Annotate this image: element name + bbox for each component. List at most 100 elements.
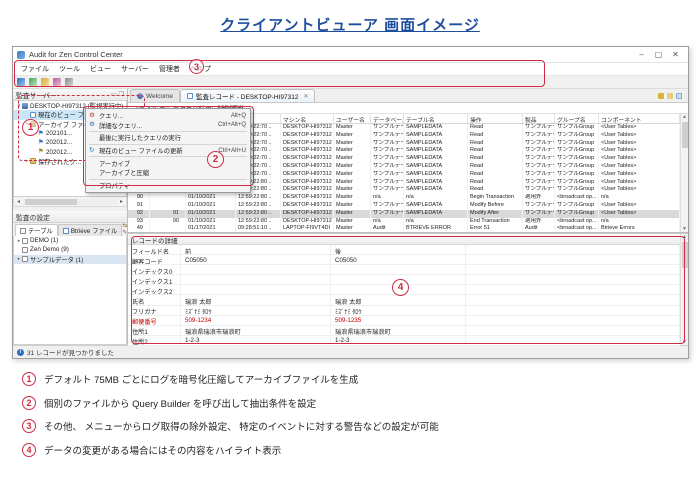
connect-server-icon[interactable] [17, 78, 25, 86]
legend-number: 4 [22, 443, 36, 457]
scroll-up-icon[interactable]: ▲ [682, 114, 687, 120]
menu-item-archive[interactable]: アーカイブ [86, 158, 250, 168]
table-row[interactable]: 91 01/10/2021 12:59:22:80 .. DESKTOP-HI9… [128, 202, 680, 210]
audit-servers-title: 監査サーバー [16, 90, 57, 100]
scroll-down-icon[interactable]: ▼ [682, 226, 687, 232]
after-value: 1-2-3 [331, 336, 466, 345]
menu-item[interactable]: ツール [54, 64, 85, 74]
menu-item[interactable]: 管理者 [154, 64, 185, 74]
open-view-icon[interactable] [29, 78, 37, 86]
cell: <User Tables> [599, 140, 680, 148]
close-tab-icon[interactable]: ✕ [303, 93, 308, 100]
editor-tabbar: Welcome 監査レコード - DESKTOP-HI97312 ✕ [128, 89, 688, 103]
details-row[interactable]: インデックス0 [128, 265, 680, 275]
scroll-left-icon[interactable]: ◂ [14, 198, 23, 205]
table-row[interactable]: 92 91 01/10/2021 12:59:22:80 .. DESKTOP-… [128, 210, 680, 218]
close-button[interactable]: ✕ [667, 47, 684, 62]
menu-item[interactable]: ビュー [85, 64, 116, 74]
sidebar-horizontal-scrollbar[interactable]: ◂ ▸ [13, 197, 127, 207]
cell: SAMPLEDATA [404, 210, 468, 218]
column-header[interactable]: コンポーネント [599, 114, 680, 123]
scrollbar-thumb[interactable] [682, 242, 688, 268]
scrollbar-thumb[interactable] [25, 199, 77, 205]
legend-number: 1 [22, 372, 36, 386]
tab-tables[interactable]: テーブル [15, 224, 58, 236]
column-header[interactable]: 操作 [468, 114, 523, 123]
legend-text: 個別のファイルから Query Builder を呼び出して抽出条件を設定 [44, 396, 316, 410]
menu-item-archive-compress[interactable]: アーカイブと圧縮 [86, 168, 250, 178]
cell: 91 [128, 202, 150, 210]
cell: DESKTOP-HI97312 [281, 179, 334, 187]
column-header[interactable]: マシン名 [281, 114, 334, 123]
before-value: 1-2-3 [181, 336, 331, 345]
menu-item-query[interactable]: ⚙ クエリ... Alt+Q [86, 111, 250, 121]
pin-icon[interactable] [658, 93, 664, 99]
details-row[interactable]: 顧客コード C05050 C05050 [128, 255, 680, 265]
table-row[interactable]: 49 01/17/2021 09:28:51:10 .. LAPTOP-FI9V… [128, 225, 680, 233]
column-header[interactable]: グループ名 [555, 114, 599, 123]
flag-icon: ⚑ [38, 149, 44, 155]
tree-item-demo[interactable]: ▸ DEMO (1) [14, 236, 126, 245]
settings-tabs: テーブル Btrieve ファイル ⇆ ✎ [13, 223, 127, 236]
settings-tab-icons[interactable]: ⇆ ✎ [122, 222, 127, 236]
menu-item-properties[interactable]: プロパティ [86, 181, 250, 191]
details-row[interactable]: 住所2 1-2-3 1-2-3 [128, 336, 680, 346]
new-query-icon[interactable] [41, 78, 49, 86]
scroll-up-icon[interactable]: ▲ [682, 234, 687, 240]
tab-btrieve-files[interactable]: Btrieve ファイル [58, 224, 123, 236]
cell: サンプルデータ [523, 124, 555, 132]
details-row[interactable]: 氏名 瑞浪 太郎 瑞浪 太郎 [128, 295, 680, 305]
cell: 91 [150, 210, 186, 218]
minimize-panel-icon[interactable]: ▭ [111, 91, 117, 98]
field-name: 住所2 [128, 336, 181, 345]
column-header[interactable]: 製品 [523, 114, 555, 123]
menu-item[interactable]: ファイル [16, 64, 54, 74]
details-vertical-scrollbar[interactable]: ▲ ▼ [680, 234, 688, 345]
cell: DESKTOP-HI97312 [281, 132, 334, 140]
bookmark-icon[interactable] [676, 93, 682, 99]
cell: Read [468, 132, 523, 140]
minimize-button[interactable]: – [633, 47, 650, 62]
column-header[interactable]: データベース名 [371, 114, 404, 123]
cell: SAMPLEDATA [404, 202, 468, 210]
cell: サンプルデータ [371, 163, 404, 171]
scroll-down-icon[interactable]: ▼ [682, 339, 687, 345]
refresh-icon[interactable] [65, 78, 73, 86]
cell: サンプルデータ [523, 186, 555, 194]
cell: DESKTOP-HI97312 [281, 124, 334, 132]
audit-settings-title: 監査の設定 [16, 212, 50, 222]
table-vertical-scrollbar[interactable]: ▲ ▼ [680, 114, 688, 232]
maximize-button[interactable]: ▢ [650, 47, 667, 62]
menu-item-advanced-query[interactable]: ⚙ 詳細なクエリ... Ctrl+Alt+Q [86, 121, 250, 131]
field-name-header: フィールド名 [128, 245, 181, 254]
before-value: C05050 [181, 255, 331, 264]
field-name: 住所1 [128, 326, 181, 335]
restore-panel-icon[interactable]: ❐ [119, 91, 124, 98]
edit-icon[interactable] [53, 78, 61, 86]
table-row[interactable]: 93 90 01/10/2021 12:59:22:80 .. DESKTOP-… [128, 218, 680, 226]
column-header[interactable]: テーブル名 [404, 114, 468, 123]
menu-item-run-last-query[interactable]: 最後に実行したクエリの実行 [86, 133, 250, 143]
tree-item-zen-demo[interactable]: Zen Demo (9) [14, 245, 126, 254]
menu-item-refresh-view-file[interactable]: ↻ 現在のビュー ファイルの更新 Ctrl+Alt+U [86, 146, 250, 156]
cell: <broadcast op... [555, 194, 599, 202]
details-row[interactable]: フリガナ ﾐｽﾞﾅﾐ ﾀﾛｳ ﾐｽﾞﾅﾐ ﾀﾛｳ [128, 306, 680, 316]
audit-settings-panel: 監査の設定 テーブル Btrieve ファイル ⇆ ✎ [13, 211, 127, 345]
details-row[interactable]: 郵便番号 509-1234 509-1235 [128, 316, 680, 326]
cell: DESKTOP-HI97312 [281, 202, 334, 210]
cell: SAMPLEDATA [404, 147, 468, 155]
cell: <User Tables> [599, 171, 680, 179]
cell: サンプルGroup [555, 124, 599, 132]
tab-welcome[interactable]: Welcome [130, 89, 180, 102]
column-header[interactable]: ユーザー名 [334, 114, 371, 123]
menu-item[interactable]: サーバー [116, 64, 154, 74]
refresh-icon: ↻ [89, 147, 99, 155]
legend: 1 デフォルト 75MB ごとにログを暗号化圧縮してアーカイブファイルを生成 2… [22, 372, 439, 457]
scrollbar-thumb[interactable] [682, 122, 688, 148]
tree-item-sample-data[interactable]: ▸ サンプルデータ (1) [14, 255, 126, 264]
scroll-right-icon[interactable]: ▸ [117, 198, 126, 205]
details-row[interactable]: 住所1 瑞浪県瑞浪市瑞浪町 瑞浪県瑞浪市瑞浪町 [128, 326, 680, 336]
table-row[interactable]: 90 01/10/2021 12:59:22:80 .. DESKTOP-HI9… [128, 194, 680, 202]
search-icon[interactable] [667, 93, 673, 99]
tab-audit-records[interactable]: 監査レコード - DESKTOP-HI97312 ✕ [180, 89, 316, 102]
